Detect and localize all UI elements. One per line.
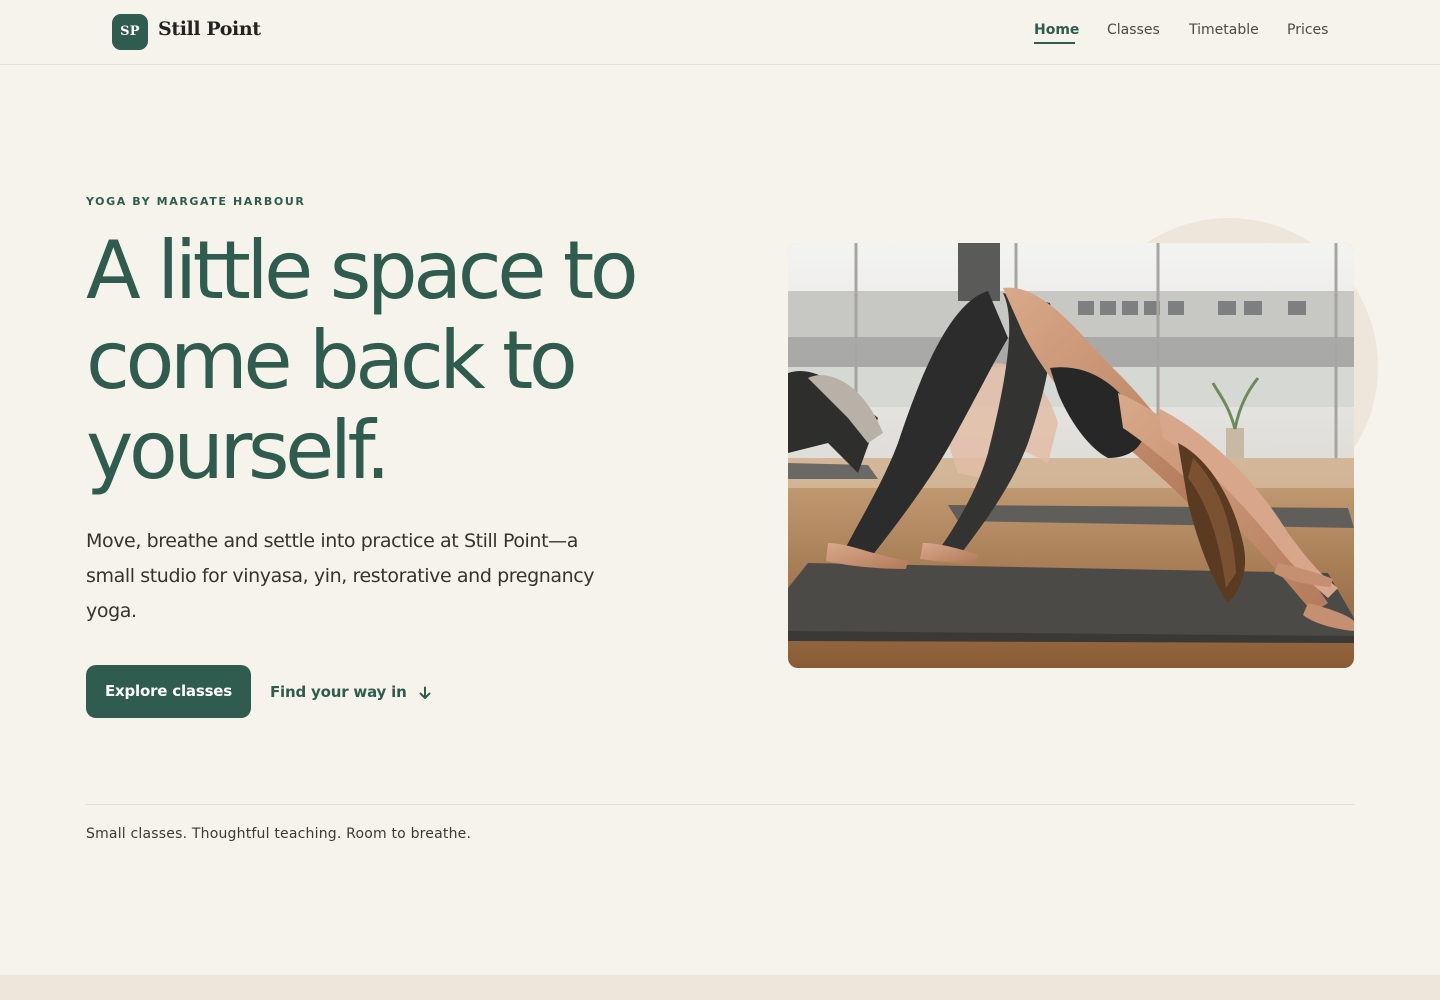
nav-active-indicator bbox=[1034, 42, 1075, 44]
explore-classes-button[interactable]: Explore classes bbox=[86, 665, 251, 718]
find-your-way-in-link[interactable]: Find your way in bbox=[270, 682, 432, 702]
nav-item-classes[interactable]: Classes bbox=[1107, 21, 1160, 39]
nav-item-home[interactable]: Home bbox=[1034, 21, 1079, 39]
hero-description: Move, breathe and settle into practice a… bbox=[86, 530, 595, 622]
hero-title: A little space to come back to yourself. bbox=[86, 224, 639, 497]
arrow-down-icon bbox=[418, 685, 432, 705]
next-section-band bbox=[0, 975, 1440, 1000]
hero-eyebrow: YOGA BY MARGATE HARBOUR bbox=[86, 195, 306, 208]
section-divider bbox=[86, 804, 1354, 805]
hero-photo-yoga-class bbox=[788, 243, 1354, 668]
tagline: Small classes. Thoughtful teaching. Room… bbox=[86, 826, 472, 842]
nav-item-timetable[interactable]: Timetable bbox=[1189, 21, 1259, 39]
site-header: SP Still Point Home Classes Timetable Pr… bbox=[0, 0, 1440, 65]
find-your-way-in-label: Find your way in bbox=[270, 683, 407, 701]
main-nav: Home Classes Timetable Prices bbox=[0, 21, 1440, 51]
nav-item-prices[interactable]: Prices bbox=[1287, 21, 1328, 39]
